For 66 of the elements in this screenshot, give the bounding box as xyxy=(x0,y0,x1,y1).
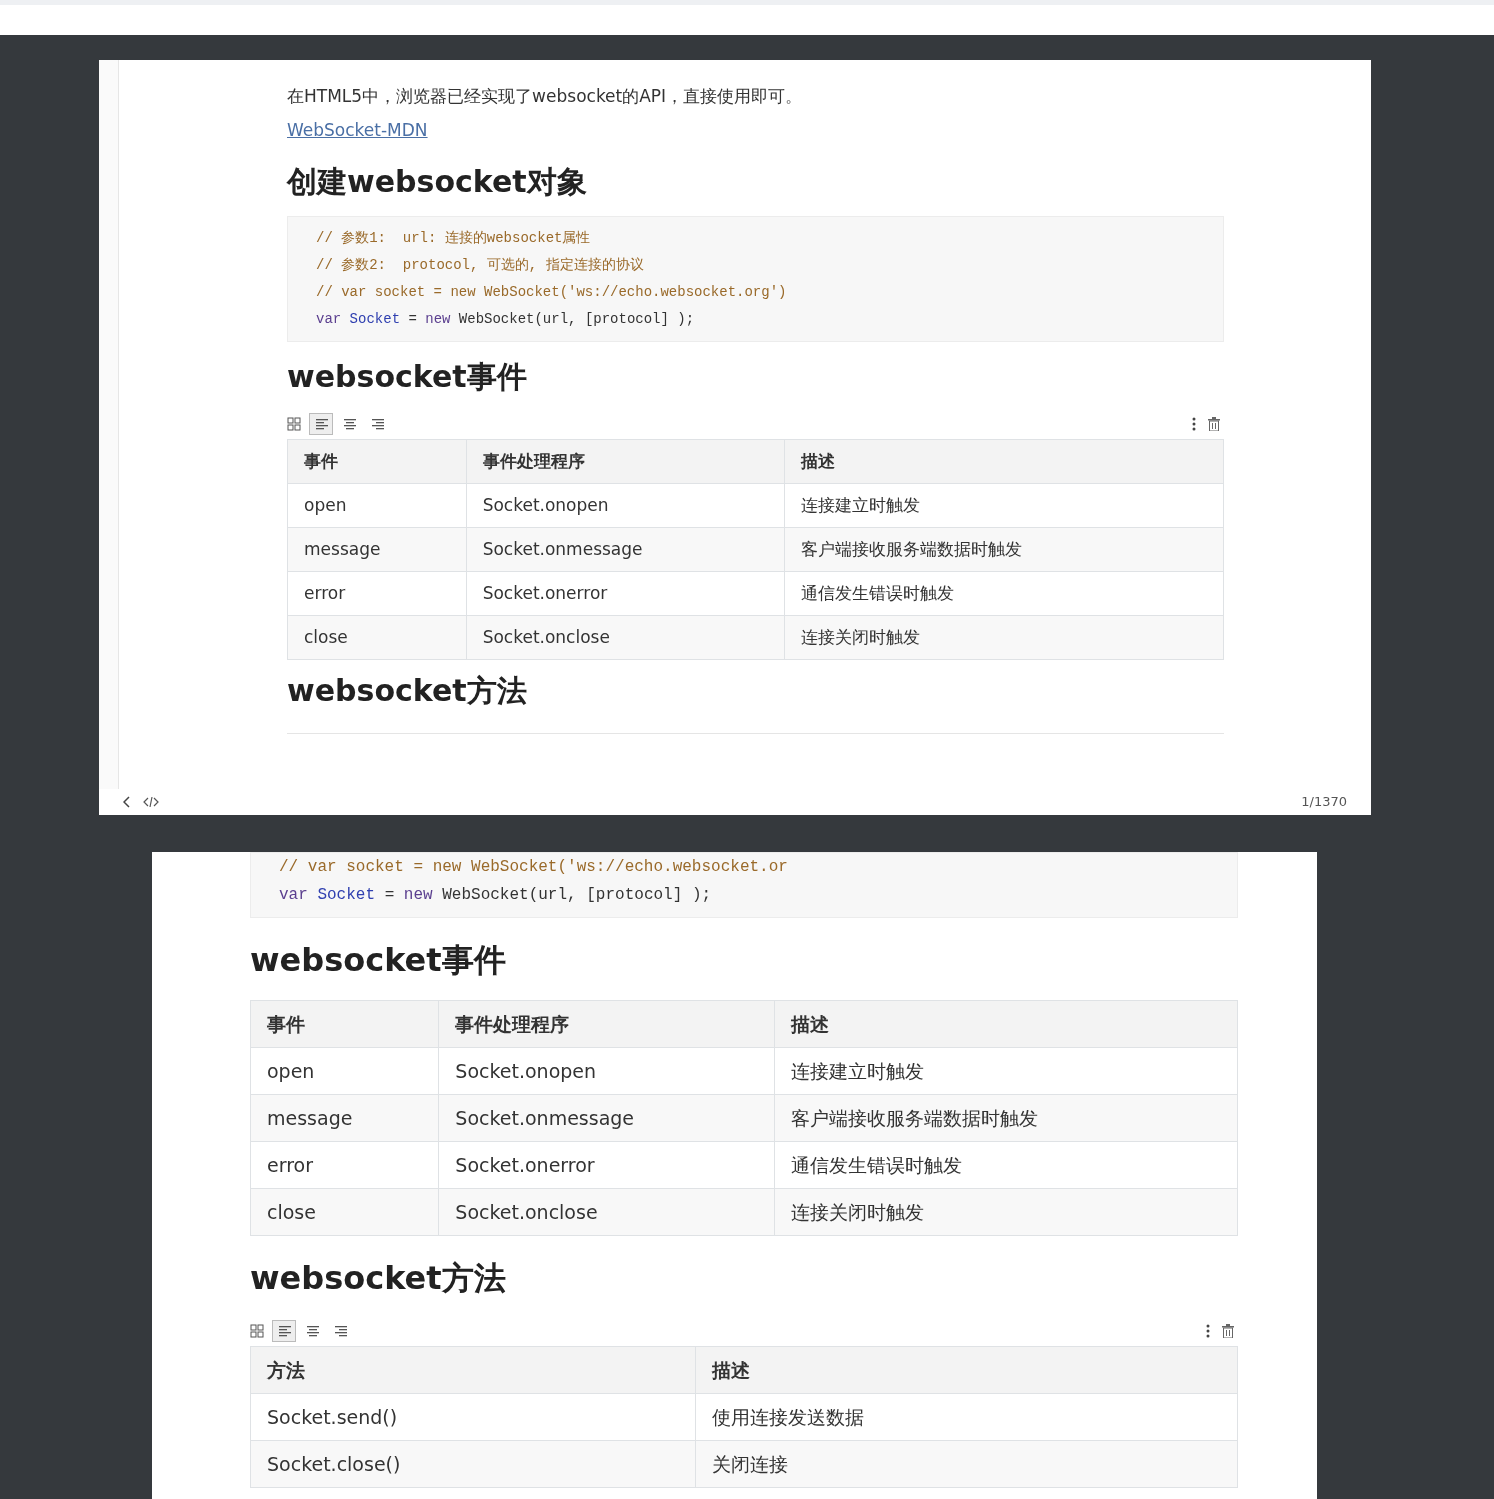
table-cell-text: Socket.close() xyxy=(267,1451,401,1477)
code-line: var Socket = new WebSocket(url, [protocol] ); xyxy=(316,310,696,329)
mdn-link[interactable]: WebSocket-MDN xyxy=(287,119,428,140)
table-cell-text: 连接建立时触发 xyxy=(790,1058,924,1084)
column-header: 方法 xyxy=(267,1357,305,1383)
code-line: // 参数2: protocol, 可选的, 指定连接的协议 xyxy=(316,256,645,275)
more-icon[interactable] xyxy=(1206,1324,1210,1338)
table-cell-text: error xyxy=(304,581,346,605)
table-cell-text: 客户端接收服务端数据时触发 xyxy=(800,537,1022,561)
grid-icon[interactable] xyxy=(250,1324,264,1338)
table-cell-text: Socket.onopen xyxy=(482,493,609,517)
align-left-button[interactable] xyxy=(309,413,333,435)
table-cell-text: close xyxy=(267,1199,316,1225)
table-cell-text: error xyxy=(267,1152,313,1178)
table-cell-text: close xyxy=(304,625,348,649)
align-right-icon xyxy=(333,1325,347,1337)
table-cell-text: 通信发生错误时触发 xyxy=(800,581,954,605)
table-cell-text: message xyxy=(304,537,381,561)
column-header: 事件 xyxy=(304,449,338,473)
table-cell-text: message xyxy=(267,1105,353,1131)
table-cell-text: 关闭连接 xyxy=(711,1451,788,1477)
table-cell-text: 连接关闭时触发 xyxy=(790,1199,924,1225)
align-left-icon xyxy=(314,418,328,430)
table-cell-text: 连接关闭时触发 xyxy=(800,625,920,649)
page-counter: 1/1370 xyxy=(1301,793,1347,812)
table-cell-text: Socket.onmessage xyxy=(455,1105,635,1131)
section-heading: 创建websocket对象 xyxy=(287,163,588,201)
code-line: var Socket = new WebSocket(url, [protocol] ); xyxy=(279,885,713,906)
column-header: 事件处理程序 xyxy=(482,449,585,473)
column-header: 描述 xyxy=(711,1357,750,1383)
table-cell-text: 通信发生错误时触发 xyxy=(790,1152,962,1178)
table-cell-text: Socket.onclose xyxy=(455,1199,598,1225)
section-heading: websocket事件 xyxy=(250,940,507,981)
section-heading: websocket方法 xyxy=(287,672,528,710)
table-cell-text: 连接建立时触发 xyxy=(800,493,920,517)
code-line: // var socket = new WebSocket('ws://echo.websocket.or xyxy=(279,857,789,878)
align-center-icon xyxy=(342,418,356,430)
trash-icon[interactable] xyxy=(1222,1324,1234,1338)
table-cell-text: Socket.onmessage xyxy=(482,537,643,561)
column-header: 事件 xyxy=(267,1011,305,1037)
table-cell-text: Socket.onopen xyxy=(455,1058,597,1084)
align-right-icon xyxy=(370,418,384,430)
code-line: // 参数1: url: 连接的websocket属性 xyxy=(316,229,592,248)
code-line: // var socket = new WebSocket('ws://echo.websocket.org') xyxy=(316,283,788,302)
column-header: 描述 xyxy=(800,449,835,473)
code-icon[interactable] xyxy=(143,796,159,808)
more-icon[interactable] xyxy=(1192,417,1196,431)
table-cell-text: Socket.onclose xyxy=(482,625,610,649)
trash-icon[interactable] xyxy=(1208,417,1220,431)
table-cell-text: 使用连接发送数据 xyxy=(711,1404,864,1430)
align-center-icon xyxy=(305,1325,319,1337)
section-heading: websocket方法 xyxy=(250,1258,507,1299)
table-cell-text: Socket.onerror xyxy=(482,581,608,605)
table-cell-text: Socket.send() xyxy=(267,1404,398,1430)
back-icon[interactable] xyxy=(123,796,131,808)
paragraph: 在HTML5中，浏览器已经实现了websocket的API，直接使用即可。 xyxy=(287,85,804,108)
table-cell-text: open xyxy=(267,1058,315,1084)
column-header: 描述 xyxy=(790,1011,829,1037)
table-cell-text: Socket.onerror xyxy=(455,1152,595,1178)
table-cell-text: open xyxy=(304,493,347,517)
align-left-button[interactable] xyxy=(272,1320,296,1342)
grid-icon[interactable] xyxy=(287,417,301,431)
column-header: 事件处理程序 xyxy=(455,1011,570,1037)
section-heading: websocket事件 xyxy=(287,358,528,396)
align-left-icon xyxy=(277,1325,291,1337)
table-cell-text: 客户端接收服务端数据时触发 xyxy=(790,1105,1038,1131)
